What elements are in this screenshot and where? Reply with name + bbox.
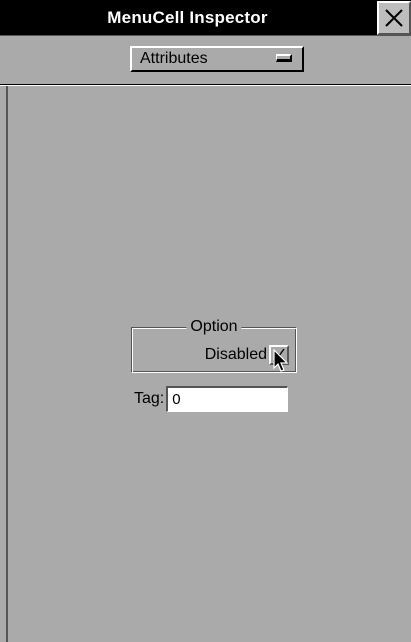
tag-label: Tag: <box>134 390 165 407</box>
close-button[interactable] <box>377 1 411 35</box>
title-bar[interactable]: MenuCell Inspector <box>0 0 411 36</box>
close-icon <box>385 9 403 27</box>
disabled-label: Disabled <box>204 346 267 363</box>
tag-field[interactable] <box>166 386 289 412</box>
mouse-pointer-icon <box>273 349 289 372</box>
inspector-window: MenuCell Inspector Attributes Option Dis… <box>0 0 411 642</box>
window-title: MenuCell Inspector <box>107 8 268 27</box>
option-group-legend: Option <box>186 317 242 337</box>
popup-selected-label: Attributes <box>140 50 208 67</box>
popup-indicator-icon <box>276 54 292 62</box>
tag-row: Tag: <box>134 386 289 412</box>
inspector-toolbar: Attributes <box>0 36 411 85</box>
inspector-mode-popup[interactable]: Attributes <box>130 46 304 72</box>
